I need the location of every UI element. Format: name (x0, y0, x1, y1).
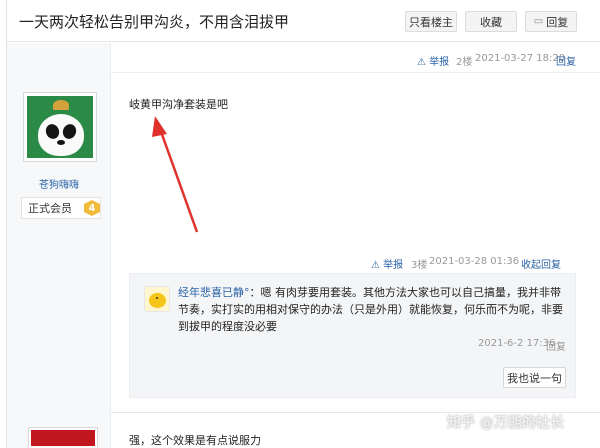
forum-thread: 一天两次轻松告别甲沟炎，不用含泪拔甲 只看楼主 收藏 ▭ 回复 ⚠ 举报 2楼 … (6, 0, 600, 448)
reply-avatar[interactable] (144, 286, 170, 312)
post-content: 岐黄甲沟净套装是吧 (129, 98, 228, 111)
thread-header: 一天两次轻松告别甲沟炎，不用含泪拔甲 只看楼主 收藏 ▭ 回复 (7, 0, 600, 42)
avatar[interactable] (23, 92, 97, 162)
comment-icon: ▭ (533, 16, 544, 27)
next-post-avatar[interactable] (28, 427, 98, 448)
watermark: 知乎 @万能的社长 (447, 415, 564, 431)
arrow-head (152, 116, 167, 137)
reply-thread-button[interactable]: ▭ 回复 (525, 11, 577, 32)
report-label: 举报 (383, 260, 404, 271)
post-meta: ⚠ 举报 3楼 2021-03-28 01:36 收起回复 (129, 252, 578, 272)
post-time: 2021-03-27 18:20 (475, 53, 566, 64)
member-rank: 正式会员 4 (21, 197, 101, 219)
report-link[interactable]: ⚠ 举报 (417, 53, 449, 68)
post-time: 2021-03-28 01:36 (429, 256, 520, 267)
chick-icon (149, 293, 166, 308)
chick-eye (156, 297, 158, 299)
say-something-button[interactable]: 我也说一句 (503, 367, 566, 388)
floor-number: 3楼 (411, 260, 428, 271)
favorite-button[interactable]: 收藏 (465, 11, 517, 32)
next-post-content: 强，这个效果是有点说服力 (129, 434, 261, 447)
reply-text: 经年悲喜已静°：嗯 有肉芽要用套装。其他方法大家也可以自己搞量，我并非带节奏，实… (178, 284, 568, 335)
report-label: 举报 (429, 57, 450, 68)
report-link[interactable]: ⚠ 举报 (371, 256, 403, 271)
leaf-hat (53, 100, 69, 110)
panda-face (38, 114, 84, 156)
reply-time: 2021-6-2 17:36 (478, 338, 556, 349)
arrow-shaft (157, 125, 199, 233)
rank-label: 正式会员 (28, 202, 72, 215)
panda-nose (57, 140, 65, 145)
floor-number: 2楼 (456, 57, 473, 68)
favorite-label: 收藏 (480, 15, 502, 29)
collapse-replies-link[interactable]: 收起回复 (521, 256, 561, 271)
reply-link[interactable]: 回复 (556, 53, 576, 68)
only-op-button[interactable]: 只看楼主 (405, 11, 457, 32)
reply-thread-label: 回复 (546, 15, 569, 29)
thread-title: 一天两次轻松告别甲沟炎，不用含泪拔甲 (19, 13, 290, 31)
author-name[interactable]: 苍狗嗨嗨 (7, 176, 111, 191)
rank-badge-icon: 4 (84, 200, 100, 216)
reply-block: 经年悲喜已静°：嗯 有肉芽要用套装。其他方法大家也可以自己搞量，我并非带节奏，实… (129, 273, 576, 398)
warning-icon: ⚠ (417, 57, 426, 68)
only-op-label: 只看楼主 (409, 15, 453, 29)
prev-post-meta: ⚠ 举报 2楼 2021-03-27 18:20 回复 (111, 43, 600, 73)
warning-icon: ⚠ (371, 260, 380, 271)
panda-eye-left (43, 122, 62, 141)
reply-link[interactable]: 回复 (546, 338, 566, 353)
panda-eye-right (60, 122, 79, 141)
reply-username[interactable]: 经年悲喜已静° (178, 286, 250, 299)
